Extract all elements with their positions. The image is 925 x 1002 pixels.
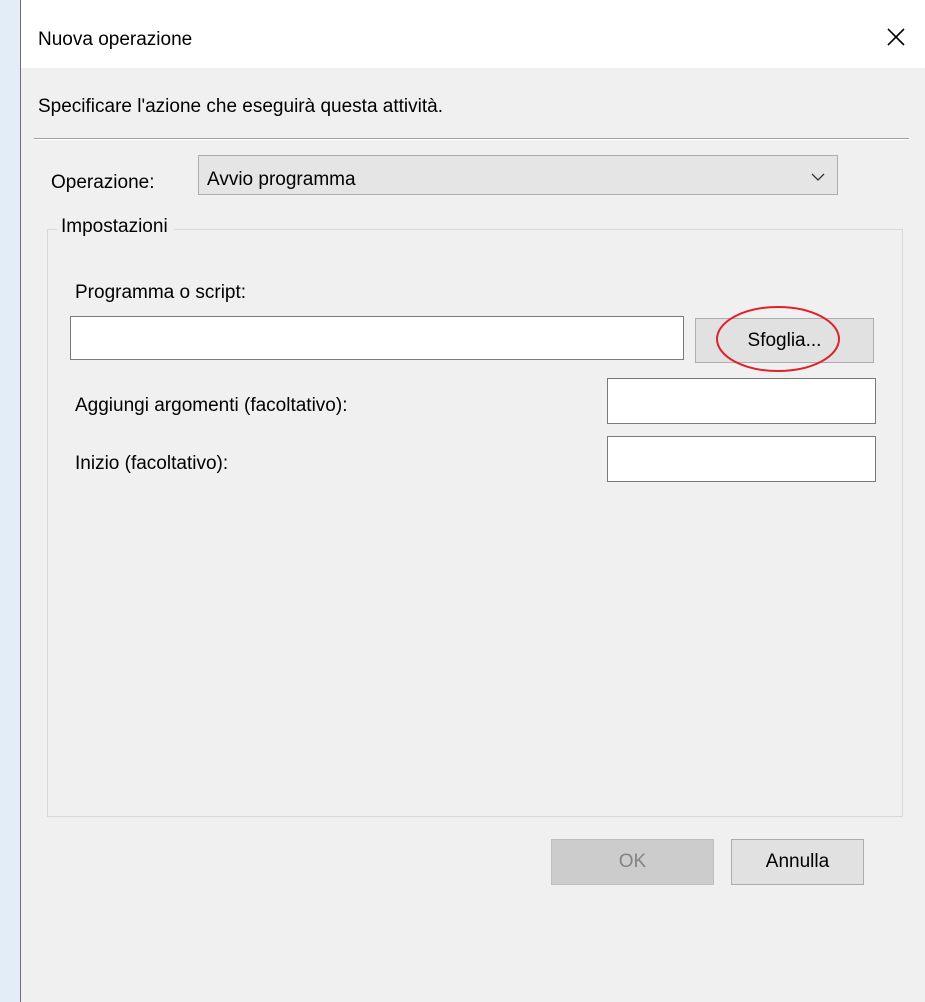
browse-button-label: Sfoglia... [747,330,822,351]
background-window [0,0,20,1002]
chevron-down-icon [811,173,825,181]
ok-button[interactable]: OK [551,839,714,885]
cancel-button-label: Annulla [765,851,830,872]
dialog-title: Nuova operazione [38,29,193,50]
close-icon [887,28,905,46]
operation-dropdown[interactable]: Avvio programma [198,155,838,195]
settings-legend: Impostazioni [57,216,174,238]
start-in-input[interactable] [607,436,876,482]
arguments-label: Aggiungi argomenti (facoltativo): [75,395,348,416]
ok-button-label: OK [618,851,647,872]
new-action-dialog: Nuova operazione Specificare l'azione ch… [20,0,925,1002]
start-label: Inizio (facoltativo): [75,453,229,474]
arguments-input[interactable] [607,378,876,424]
program-input[interactable] [70,316,684,360]
program-label: Programma o script: [75,282,247,303]
instruction-text: Specificare l'azione che eseguirà questa… [38,96,443,117]
close-button[interactable] [881,22,911,52]
operation-selected-value: Avvio programma [207,169,356,190]
header-separator [34,138,909,140]
operation-label: Operazione: [51,172,155,193]
dialog-titlebar: Nuova operazione [21,0,925,68]
browse-button[interactable]: Sfoglia... [695,318,874,363]
cancel-button[interactable]: Annulla [731,839,864,885]
